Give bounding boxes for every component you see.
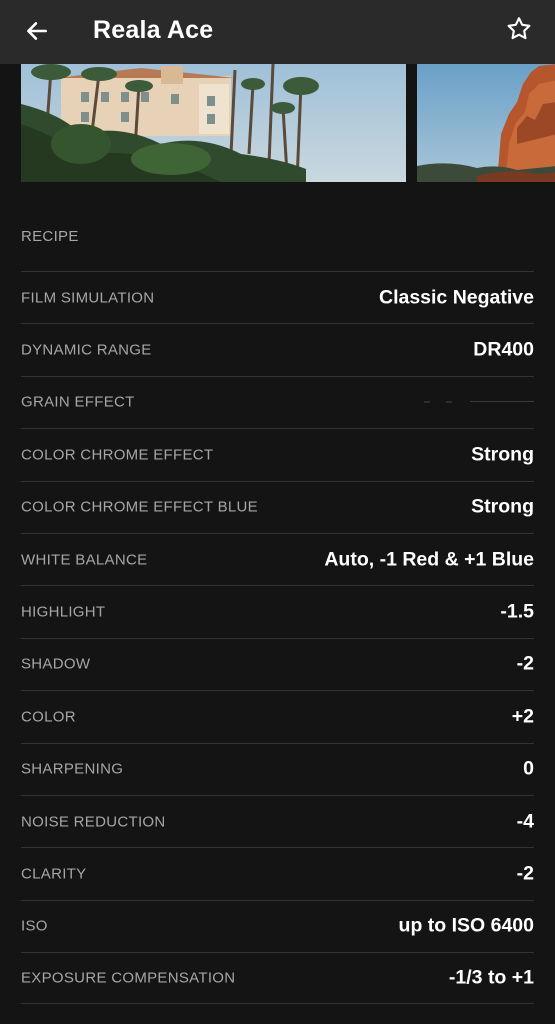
setting-label: DYNAMIC RANGE: [21, 341, 152, 359]
setting-value: Classic Negative: [378, 286, 534, 309]
setting-label: SHARPENING: [21, 760, 124, 778]
recipe-row-noise-reduction: NOISE REDUCTION -4: [21, 794, 534, 847]
sample-photo-mansion[interactable]: [21, 64, 406, 182]
setting-label: HIGHLIGHT: [21, 603, 106, 621]
app-screen: Reala Ace RECIPE FILM SIMULATION Classic…: [0, 0, 555, 1024]
top-app-bar: Reala Ace: [0, 0, 555, 64]
setting-value: +2: [511, 705, 534, 728]
setting-label: NOISE REDUCTION: [21, 813, 166, 831]
photo-carousel[interactable]: [0, 64, 555, 182]
recipe-row-clarity: CLARITY -2: [21, 847, 534, 899]
back-button[interactable]: [20, 14, 54, 48]
setting-label: WHITE BALANCE: [21, 551, 148, 569]
setting-label: EXPOSURE COMPENSATION: [21, 969, 236, 987]
setting-value: DR400: [473, 338, 534, 361]
setting-value: -2: [516, 862, 534, 885]
arrow-left-icon: [27, 22, 47, 40]
setting-value: up to ISO 6400: [398, 914, 534, 937]
setting-label: SHADOW: [21, 655, 91, 673]
recipe-settings-list: FILM SIMULATION Classic Negative DYNAMIC…: [0, 271, 555, 1005]
recipe-row-color-chrome-effect: COLOR CHROME EFFECT Strong: [21, 428, 534, 480]
setting-value: Strong: [471, 495, 534, 518]
setting-value: Auto, -1 Red & +1 Blue: [324, 548, 534, 571]
recipe-row-white-balance: WHITE BALANCE Auto, -1 Red & +1 Blue: [21, 532, 534, 585]
recipe-row-sharpening: SHARPENING 0: [21, 742, 534, 795]
setting-label: COLOR CHROME EFFECT: [21, 446, 214, 464]
setting-value: -1.5: [500, 600, 534, 623]
setting-value: -2: [516, 652, 534, 675]
recipe-section-label: RECIPE: [21, 228, 79, 245]
favorite-button[interactable]: [502, 12, 536, 46]
setting-value: Strong: [471, 443, 534, 466]
recipe-row-grain-effect: GRAIN EFFECT: [21, 375, 534, 428]
mansion-palm-photo: [21, 64, 406, 182]
star-outline-icon: [507, 17, 531, 40]
loading-placeholder-icon: [424, 401, 534, 404]
recipe-row-color-chrome-effect-blue: COLOR CHROME EFFECT BLUE Strong: [21, 480, 534, 533]
setting-label: GRAIN EFFECT: [21, 393, 135, 411]
setting-label: COLOR CHROME EFFECT BLUE: [21, 498, 258, 516]
recipe-row-iso: ISO up to ISO 6400: [21, 899, 534, 952]
setting-label: ISO: [21, 917, 48, 935]
recipe-row-shadow: SHADOW -2: [21, 637, 534, 690]
setting-value: -4: [516, 810, 534, 833]
setting-label: FILM SIMULATION: [21, 289, 155, 307]
recipe-row-highlight: HIGHLIGHT -1.5: [21, 585, 534, 637]
setting-value: -1/3 to +1: [448, 966, 534, 989]
page-title: Reala Ace: [93, 16, 214, 44]
setting-label: CLARITY: [21, 865, 87, 883]
red-rock-photo: [417, 64, 555, 182]
recipe-row-color: COLOR +2: [21, 690, 534, 742]
recipe-row-dynamic-range: DYNAMIC RANGE DR400: [21, 323, 534, 375]
recipe-row-exposure-compensation: EXPOSURE COMPENSATION -1/3 to +1: [21, 952, 534, 1005]
setting-label: COLOR: [21, 708, 76, 726]
setting-value: 0: [523, 757, 534, 780]
recipe-row-film-simulation: FILM SIMULATION Classic Negative: [21, 271, 534, 323]
sample-photo-red-rocks[interactable]: [417, 64, 555, 182]
